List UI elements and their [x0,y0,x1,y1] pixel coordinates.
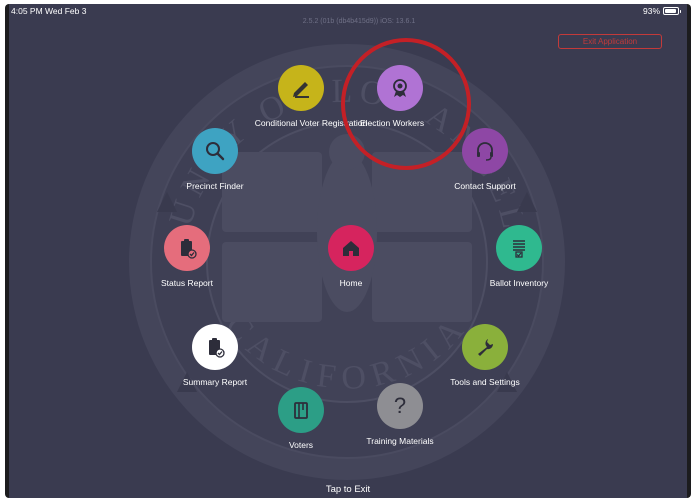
contact-support-tile[interactable]: Contact Support [454,128,516,191]
ballot-inventory-label: Ballot Inventory [489,278,549,288]
status-bar: 4:05 PM Wed Feb 3 93% [9,4,687,18]
voters-tile[interactable]: Voters [278,387,324,450]
pen-icon[interactable] [278,65,324,111]
status-report-tile[interactable]: Status Report [161,225,213,288]
device-frame: 4:05 PM Wed Feb 3 93% COUNTY OF LOS ANGE… [5,4,691,498]
search-icon[interactable] [192,128,238,174]
tools-settings-tile[interactable]: Tools and Settings [450,324,520,387]
training-materials-tile[interactable]: ? Training Materials [366,383,434,446]
home-icon[interactable] [328,225,374,271]
precinct-finder-label: Precinct Finder [186,181,244,191]
app-version: 2.5.2 (01b (db4b415d9)) iOS: 13.6.1 [302,18,416,25]
exit-application-button[interactable]: Exit Application [558,34,662,49]
headset-icon[interactable] [462,128,508,174]
book-icon[interactable] [278,387,324,433]
question-icon[interactable]: ? [377,383,423,429]
battery-percent: 93% [642,6,660,16]
ballot-inventory-tile[interactable]: Ballot Inventory [490,225,548,288]
battery-indicator: 93% [642,6,681,16]
battery-icon [663,7,681,15]
clipboard-check-icon[interactable] [192,324,238,370]
contact-support-label: Contact Support [454,181,516,191]
checklist-icon[interactable] [496,225,542,271]
summary-report-tile[interactable]: Summary Report [183,324,247,387]
home-tile[interactable]: Home [328,225,374,288]
summary-report-label: Summary Report [182,377,248,387]
status-time: 4:05 PM Wed Feb 3 [11,6,87,16]
app-screen: 4:05 PM Wed Feb 3 93% COUNTY OF LOS ANGE… [9,4,687,498]
precinct-finder-tile[interactable]: Precinct Finder [186,128,244,191]
highlight-circle-annotation [341,38,471,170]
tap-to-exit[interactable]: Tap to Exit [9,484,687,495]
training-materials-label: Training Materials [366,436,434,446]
conditional-voter-registration-tile[interactable]: Conditional Voter Registration [255,65,367,128]
wrench-icon[interactable] [462,324,508,370]
clipboard-check-icon[interactable] [164,225,210,271]
